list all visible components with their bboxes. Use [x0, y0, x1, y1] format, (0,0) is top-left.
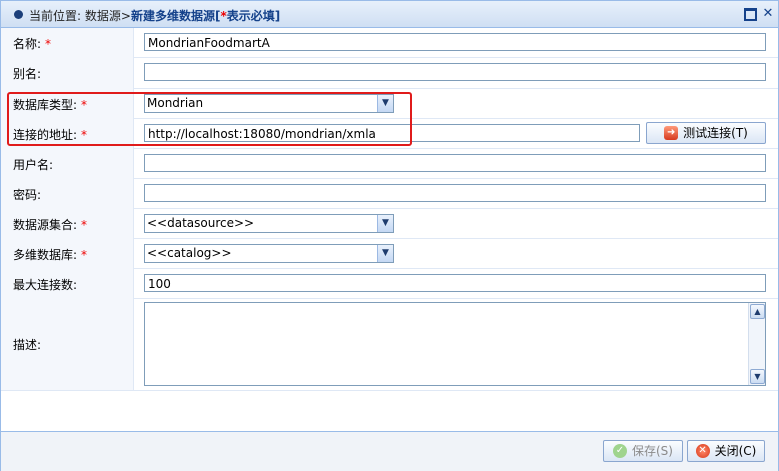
- required-note: 表示必填]: [226, 9, 281, 23]
- breadcrumb: 当前位置: 数据源>新建多维数据源[*表示必填]: [29, 7, 280, 24]
- alias-label: 别名:: [13, 67, 42, 81]
- scroll-up-icon[interactable]: ▲: [750, 304, 765, 319]
- form-row-name: 名称: * MondrianFoodmartA: [1, 28, 778, 58]
- url-input[interactable]: http://localhost:18080/mondrian/xmla: [144, 124, 640, 142]
- form-row-username: 用户名:: [1, 148, 778, 179]
- max-connections-input[interactable]: 100: [144, 274, 766, 292]
- url-label: 连接的地址: *: [13, 128, 88, 142]
- save-check-icon: ✓: [613, 443, 627, 458]
- form-row-datasource-set: 数据源集合: * <<datasource>> ▼: [1, 208, 778, 239]
- location-label: 当前位置:: [29, 9, 82, 23]
- form-row-password: 密码:: [1, 178, 778, 209]
- close-circle-icon: ✕: [695, 443, 710, 458]
- datasource-set-label: 数据源集合: *: [13, 218, 88, 232]
- max-connections-label: 最大连接数:: [13, 278, 78, 292]
- form-row-db-type: 数据库类型: * Mondrian ▼: [1, 88, 778, 119]
- form-row-catalog: 多维数据库: * <<catalog>> ▼: [1, 238, 778, 269]
- chevron-down-icon[interactable]: ▼: [377, 95, 393, 112]
- datasource-set-select[interactable]: <<datasource>> ▼: [144, 214, 394, 233]
- close-button[interactable]: ✕ 关闭(C): [687, 440, 765, 462]
- password-input[interactable]: [144, 184, 766, 202]
- data-source-window: 当前位置: 数据源>新建多维数据源[*表示必填] ✕ 名称: * Mondrian…: [0, 0, 779, 471]
- test-connection-button[interactable]: ➜ 测试连接(T): [646, 122, 766, 144]
- password-label: 密码:: [13, 188, 42, 202]
- location-bullet-icon: [14, 10, 23, 19]
- test-connection-icon: ➜: [664, 125, 679, 140]
- db-type-select[interactable]: Mondrian ▼: [144, 94, 394, 113]
- save-button[interactable]: ✓ 保存(S): [603, 440, 683, 462]
- alias-input[interactable]: [144, 63, 766, 81]
- description-textarea[interactable]: ▲ ▼: [144, 302, 766, 386]
- description-scrollbar[interactable]: ▲ ▼: [748, 303, 765, 385]
- breadcrumb-current: 新建多维数据源[: [130, 9, 221, 23]
- description-label: 描述:: [13, 338, 42, 352]
- form-row-url: 连接的地址: * http://localhost:18080/mondrian/…: [1, 118, 778, 149]
- title-bar: 当前位置: 数据源>新建多维数据源[*表示必填] ✕: [1, 1, 778, 28]
- catalog-select[interactable]: <<catalog>> ▼: [144, 244, 394, 263]
- footer-bar: ✓ 保存(S) ✕ 关闭(C): [1, 431, 778, 471]
- name-label: 名称: *: [13, 37, 52, 51]
- chevron-down-icon[interactable]: ▼: [377, 245, 393, 262]
- name-input[interactable]: MondrianFoodmartA: [144, 33, 766, 51]
- breadcrumb-parent[interactable]: 数据源>: [85, 9, 131, 23]
- db-type-label: 数据库类型: *: [13, 98, 88, 112]
- scroll-down-icon[interactable]: ▼: [750, 369, 765, 384]
- chevron-down-icon[interactable]: ▼: [377, 215, 393, 232]
- close-icon[interactable]: ✕: [761, 7, 775, 21]
- form-row-alias: 别名:: [1, 57, 778, 89]
- username-input[interactable]: [144, 154, 766, 172]
- username-label: 用户名:: [13, 158, 54, 172]
- form-row-max-connections: 最大连接数: 100: [1, 268, 778, 299]
- maximize-icon[interactable]: [743, 7, 757, 21]
